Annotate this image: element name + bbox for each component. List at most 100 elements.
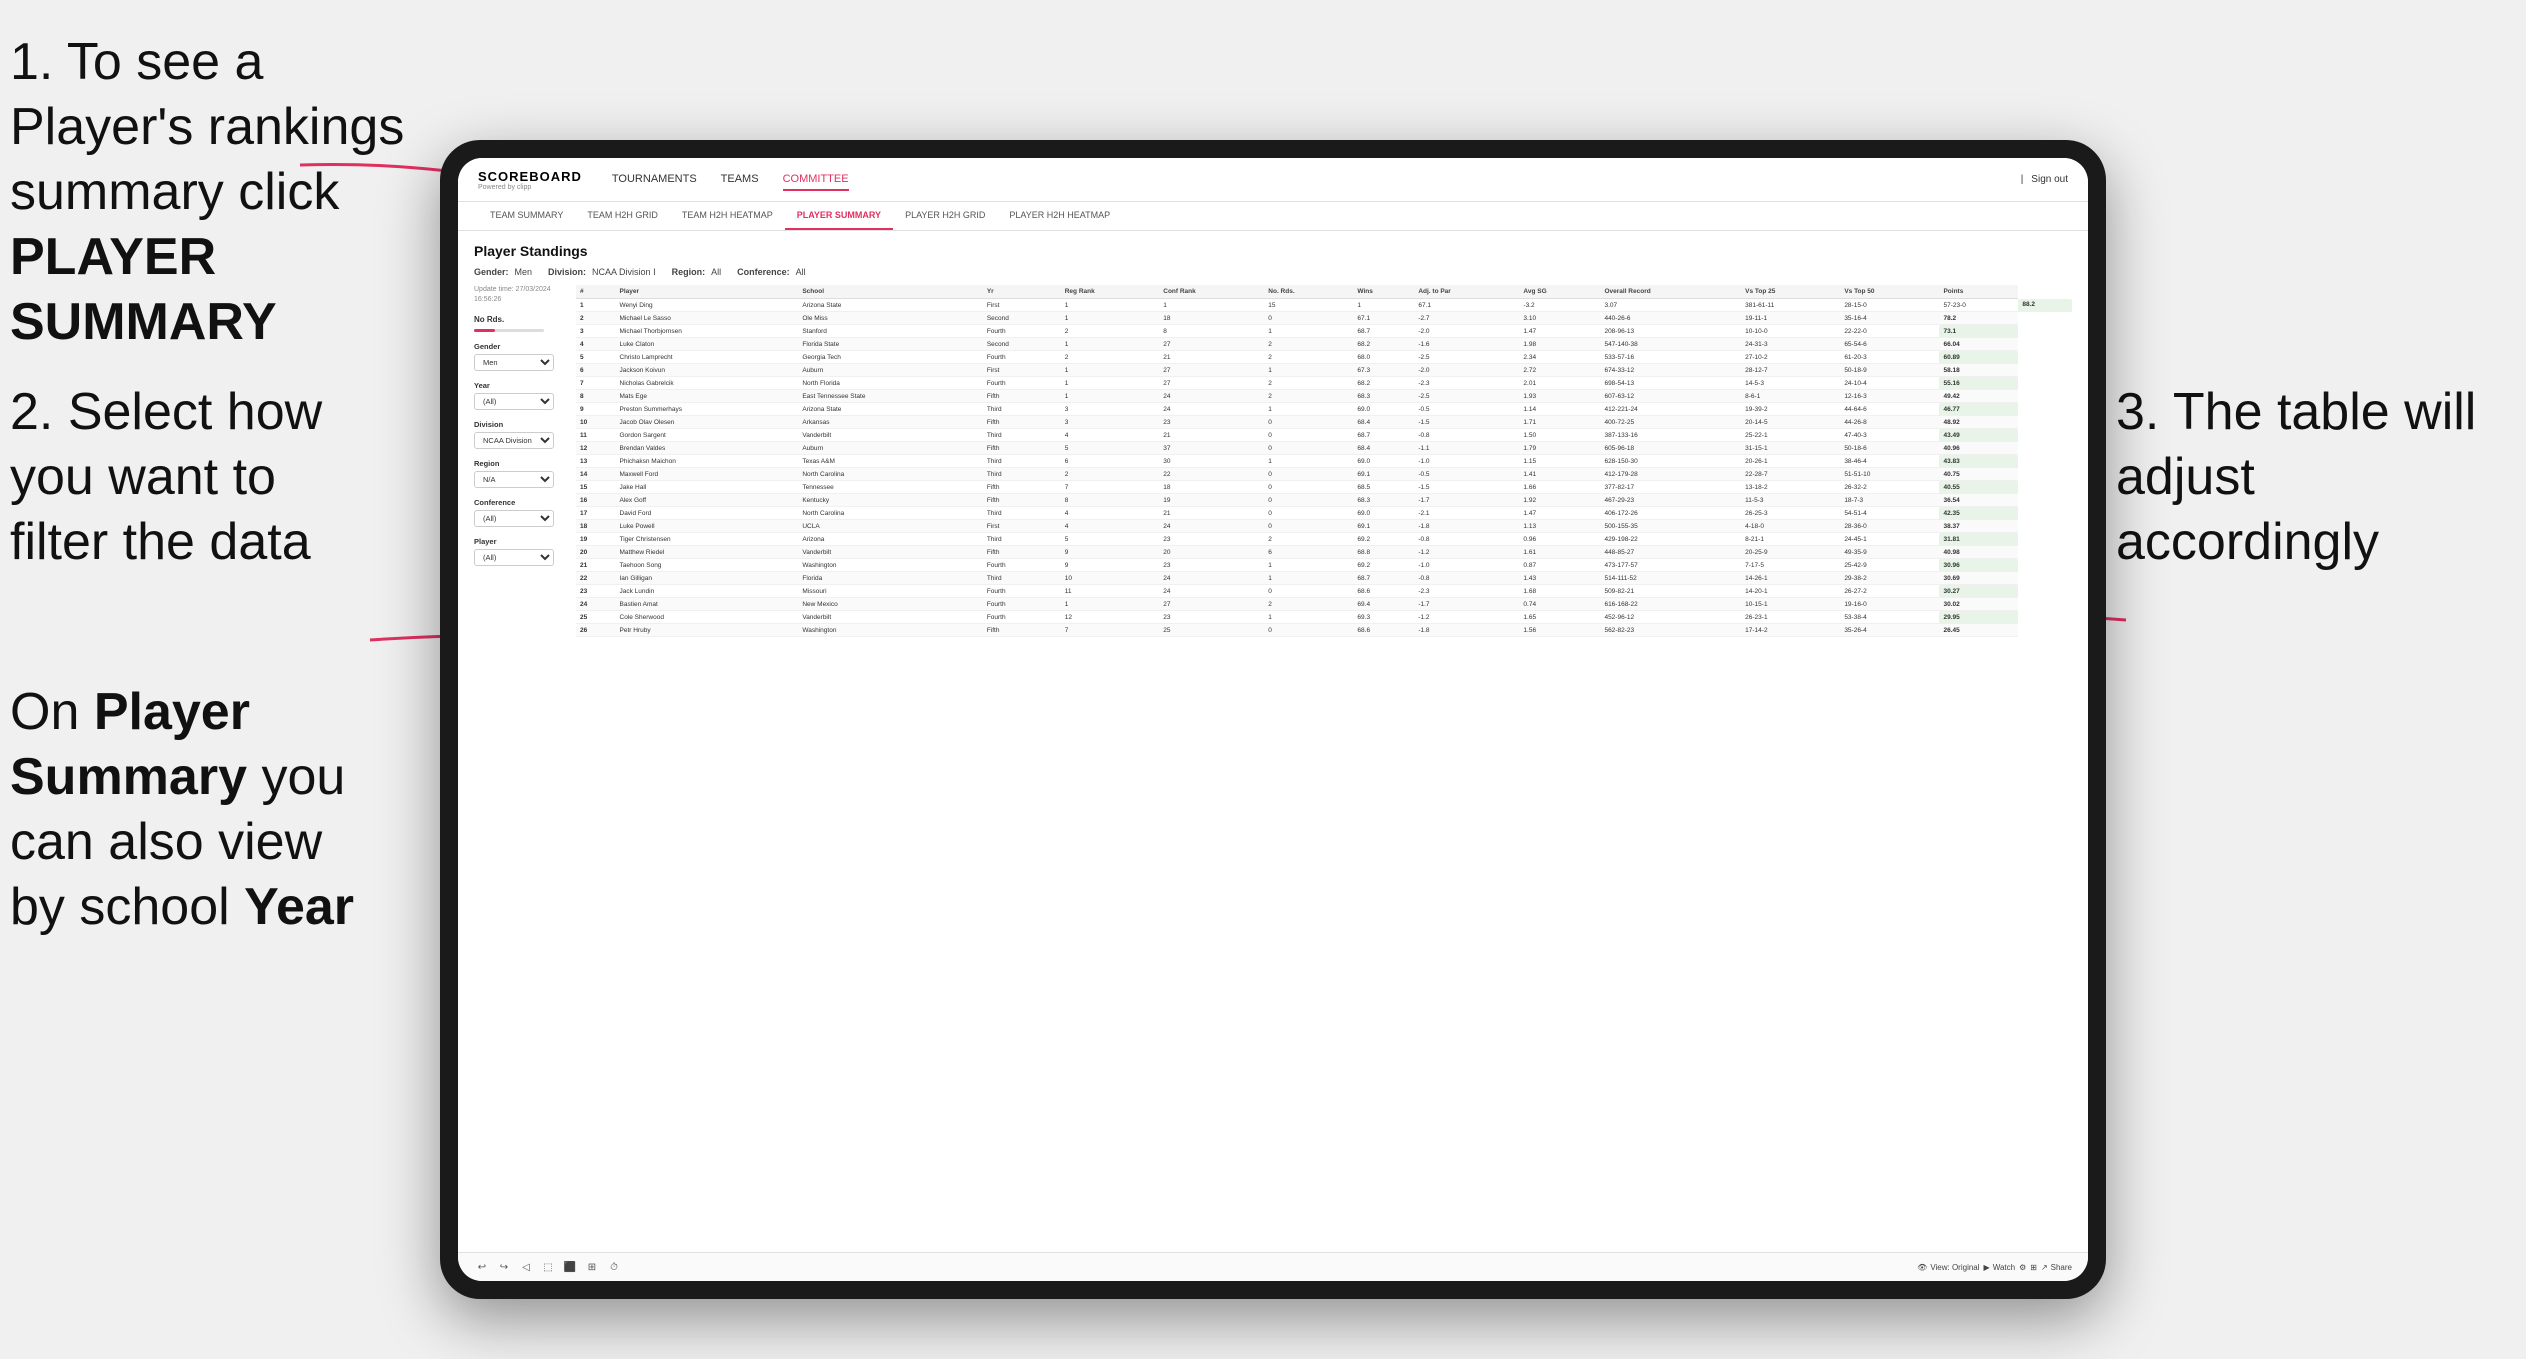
nav-tournaments[interactable]: TOURNAMENTS: [612, 169, 697, 191]
link-icon[interactable]: ⊞: [584, 1259, 600, 1275]
division-section-label: Division: [474, 420, 564, 429]
back-icon[interactable]: ◁: [518, 1259, 534, 1275]
cell-8: -2.3: [1414, 585, 1519, 598]
cell-5: 18: [1159, 312, 1264, 325]
settings-icon: ⚙: [2019, 1263, 2026, 1272]
cell-6: 0: [1264, 429, 1353, 442]
sign-out-link[interactable]: Sign out: [2031, 174, 2068, 185]
cell-5: 22: [1159, 468, 1264, 481]
cell-11: 26-25-3: [1741, 507, 1840, 520]
cell-11: 19-39-2: [1741, 403, 1840, 416]
cell-8: -0.8: [1414, 533, 1519, 546]
points-cell: 30.27: [1939, 585, 2018, 598]
rank-cell: 20: [576, 546, 616, 559]
cell-1: David Ford: [616, 507, 799, 520]
cell-8: -2.5: [1414, 390, 1519, 403]
conference-select[interactable]: (All): [474, 510, 554, 527]
cell-1: Wenyi Ding: [616, 299, 799, 312]
cell-3: Fifth: [983, 624, 1061, 637]
points-cell: 26.45: [1939, 624, 2018, 637]
nav-committee[interactable]: COMMITTEE: [783, 169, 849, 191]
division-select[interactable]: NCAA Division I: [474, 432, 554, 449]
table-row: 2Michael Le SassoOle MissSecond118067.1-…: [576, 312, 2072, 325]
region-select[interactable]: N/A: [474, 471, 554, 488]
points-cell: 40.75: [1939, 468, 2018, 481]
subnav-player-h2h-heatmap[interactable]: PLAYER H2H HEATMAP: [997, 202, 1122, 230]
table-row: 17David FordNorth CarolinaThird421069.0-…: [576, 507, 2072, 520]
grid-btn[interactable]: ⊞: [2030, 1263, 2037, 1272]
cell-4: 3: [1061, 416, 1160, 429]
cell-4: 11: [1061, 585, 1160, 598]
cell-3: Fifth: [983, 481, 1061, 494]
cell-1: Taehoon Song: [616, 559, 799, 572]
paste-icon[interactable]: ⬛: [562, 1259, 578, 1275]
subnav-team-h2h-heatmap[interactable]: TEAM H2H HEATMAP: [670, 202, 785, 230]
year-select[interactable]: (All): [474, 393, 554, 410]
cell-7: 68.4: [1353, 416, 1414, 429]
cell-7: 69.2: [1353, 533, 1414, 546]
redo-icon[interactable]: ↪: [496, 1259, 512, 1275]
cell-11: 19-11-1: [1741, 312, 1840, 325]
gender-select[interactable]: Men: [474, 354, 554, 371]
points-cell: 40.98: [1939, 546, 2018, 559]
table-row: 14Maxwell FordNorth CarolinaThird222069.…: [576, 468, 2072, 481]
step3-bold1: Player Summary: [10, 683, 250, 806]
cell-8: -1.5: [1414, 416, 1519, 429]
cell-1: Cole Sherwood: [616, 611, 799, 624]
cell-11: 20-25-9: [1741, 546, 1840, 559]
cell-1: Matthew Riedel: [616, 546, 799, 559]
cell-1: Christo Lamprecht: [616, 351, 799, 364]
cell-9: 0.74: [1519, 598, 1600, 611]
undo-icon[interactable]: ↩: [474, 1259, 490, 1275]
cell-1: Petr Hruby: [616, 624, 799, 637]
points-cell: 42.35: [1939, 507, 2018, 520]
points-cell: 30.96: [1939, 559, 2018, 572]
rds-slider[interactable]: [474, 329, 544, 332]
conference-filter-section: Conference (All): [474, 498, 564, 527]
col-points: Points: [1939, 285, 2018, 299]
update-time: Update time: 27/03/2024 16:56:26: [474, 285, 564, 305]
subnav-team-summary[interactable]: TEAM SUMMARY: [478, 202, 575, 230]
player-select[interactable]: (All): [474, 549, 554, 566]
step2-number: 2.: [10, 383, 53, 441]
cell-4: 1: [1061, 312, 1160, 325]
cell-1: Jackson Koivun: [616, 364, 799, 377]
cell-3: First: [983, 520, 1061, 533]
cell-7: 68.0: [1353, 351, 1414, 364]
clock-icon[interactable]: ⏱: [606, 1259, 622, 1275]
subnav-player-summary[interactable]: PLAYER SUMMARY: [785, 202, 893, 230]
cell-6: 2: [1264, 338, 1353, 351]
cell-3: Fourth: [983, 377, 1061, 390]
cell-9: 1.61: [1519, 546, 1600, 559]
cell-1: Michael Thorbjornsen: [616, 325, 799, 338]
cell-2: Texas A&M: [798, 455, 982, 468]
copy-icon[interactable]: ⬚: [540, 1259, 556, 1275]
view-original-btn[interactable]: 👁 View: Original: [1917, 1263, 1979, 1272]
col-reg-rank: Reg Rank: [1061, 285, 1160, 299]
share-btn[interactable]: ↗ Share: [2041, 1263, 2072, 1272]
header-right: | Sign out: [2021, 174, 2068, 185]
nav-teams[interactable]: TEAMS: [721, 169, 759, 191]
cell-1: Maxwell Ford: [616, 468, 799, 481]
cell-2: Florida State: [798, 338, 982, 351]
cell-6: 0: [1264, 442, 1353, 455]
cell-9: 1.14: [1519, 403, 1600, 416]
cell-4: 2: [1061, 325, 1160, 338]
cell-11: 20-14-5: [1741, 416, 1840, 429]
watch-btn[interactable]: ▶ Watch: [1984, 1263, 2016, 1272]
subnav-player-h2h-grid[interactable]: PLAYER H2H GRID: [893, 202, 997, 230]
cell-10: 674-33-12: [1600, 364, 1741, 377]
table-row: 22Ian GilliganFloridaThird1024168.7-0.81…: [576, 572, 2072, 585]
cell-7: 68.8: [1353, 546, 1414, 559]
cell-5: 23: [1159, 611, 1264, 624]
cell-5: 27: [1159, 364, 1264, 377]
cell-11: 17-14-2: [1741, 624, 1840, 637]
filter-region: Region: All: [672, 267, 722, 277]
filter-gender: Gender: Men: [474, 267, 532, 277]
subnav-team-h2h-grid[interactable]: TEAM H2H GRID: [575, 202, 670, 230]
settings-btn[interactable]: ⚙: [2019, 1263, 2026, 1272]
cell-5: 19: [1159, 494, 1264, 507]
rank-cell: 23: [576, 585, 616, 598]
cell-1: Mats Ege: [616, 390, 799, 403]
cell-7: 67.3: [1353, 364, 1414, 377]
